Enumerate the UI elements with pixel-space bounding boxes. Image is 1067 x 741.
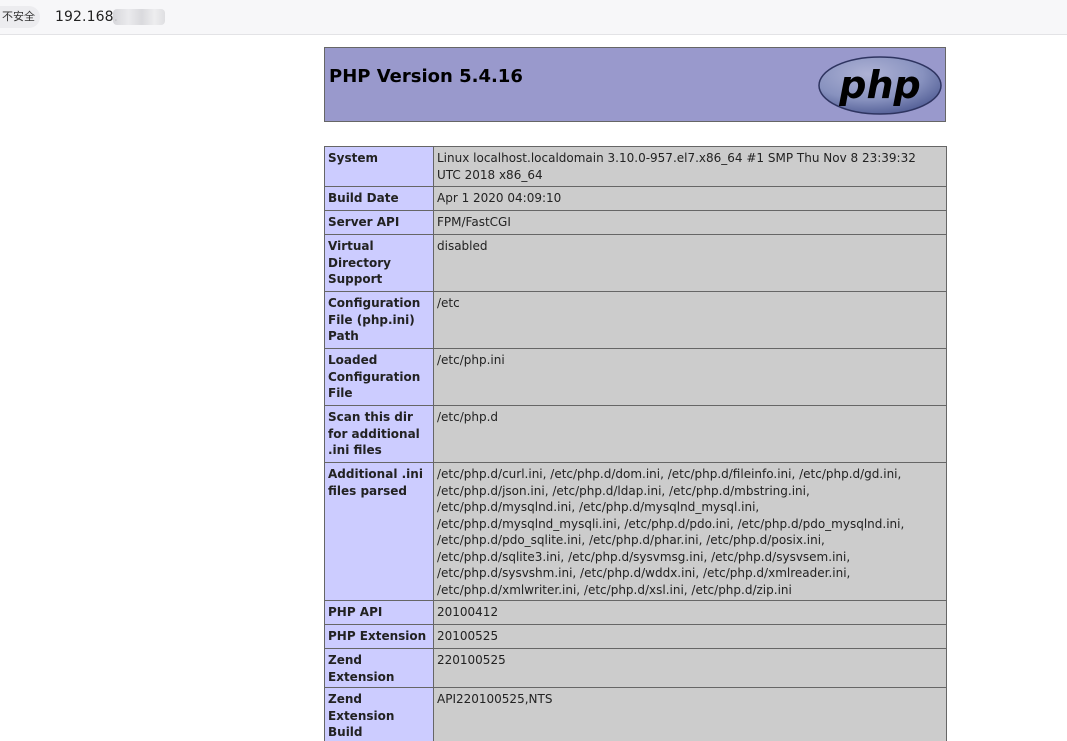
row-key: Zend Extension Build <box>324 687 434 741</box>
row-value: FPM/FastCGI <box>433 210 947 235</box>
row-value: /etc/php.d <box>433 405 947 463</box>
redacted-url-part <box>113 9 165 25</box>
row-key: Additional .ini files parsed <box>324 462 434 601</box>
browser-address-bar: 不安全 192.168. <box>0 0 1067 35</box>
row-value: /etc <box>433 291 947 349</box>
table-row: Additional .ini files parsed/etc/php.d/c… <box>324 462 947 601</box>
phpinfo-table: System Linux localhost.localdomain 3.10.0… <box>324 146 947 741</box>
row-value: 220100525 <box>433 648 947 688</box>
row-key: Zend Extension <box>324 648 434 688</box>
table-row: PHP Extension 20100525 <box>324 624 947 649</box>
row-value: Apr 1 2020 04:09:10 <box>433 186 947 211</box>
php-logo-text: php <box>838 63 920 107</box>
table-row: Build Date Apr 1 2020 04:09:10 <box>324 186 947 211</box>
table-row: Configuration File (php.ini) Path/etc <box>324 291 947 349</box>
row-value: Linux localhost.localdomain 3.10.0-957.e… <box>433 146 947 187</box>
row-key: Server API <box>324 210 434 235</box>
row-value: /etc/php.ini <box>433 348 947 406</box>
table-row: Server API FPM/FastCGI <box>324 210 947 235</box>
security-indicator[interactable]: 不安全 <box>0 6 40 28</box>
row-key: PHP Extension <box>324 624 434 649</box>
table-row: System Linux localhost.localdomain 3.10.0… <box>324 146 947 187</box>
page-content: PHP Version 5.4.16 php System Linux local… <box>0 34 1067 741</box>
table-row: Zend Extension Build API220100525,NTS <box>324 687 947 741</box>
row-value: API220100525,NTS <box>433 687 947 741</box>
table-row: Loaded Configuration File/etc/php.ini <box>324 348 947 406</box>
row-value: /etc/php.d/curl.ini, /etc/php.d/dom.ini,… <box>433 462 947 601</box>
row-key: Loaded Configuration File <box>324 348 434 406</box>
table-row: Virtual Directory Support disabled <box>324 234 947 292</box>
row-key: Build Date <box>324 186 434 211</box>
row-key: Virtual Directory Support <box>324 234 434 292</box>
row-key: PHP API <box>324 600 434 625</box>
row-value: disabled <box>433 234 947 292</box>
address-url[interactable]: 192.168. <box>55 6 118 28</box>
table-row: Zend Extension 220100525 <box>324 648 947 688</box>
row-key: Configuration File (php.ini) Path <box>324 291 434 349</box>
row-key: Scan this dir for additional .ini files <box>324 405 434 463</box>
table-row: Scan this dir for additional .ini files /… <box>324 405 947 463</box>
page-title: PHP Version 5.4.16 <box>329 66 523 87</box>
row-value: 20100412 <box>433 600 947 625</box>
row-value: 20100525 <box>433 624 947 649</box>
phpinfo-header: PHP Version 5.4.16 php <box>324 47 946 122</box>
php-logo-icon: php <box>818 56 942 115</box>
phpinfo-rows: System Linux localhost.localdomain 3.10.0… <box>324 146 947 741</box>
row-key: System <box>324 146 434 187</box>
table-row: PHP API 20100412 <box>324 600 947 625</box>
